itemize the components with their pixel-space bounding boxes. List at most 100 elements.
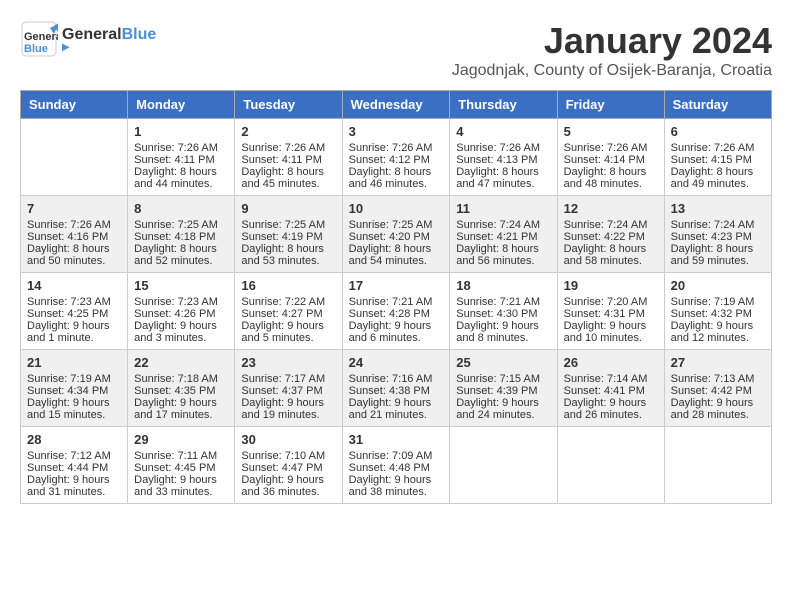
sunset-text: Sunset: 4:20 PM	[349, 231, 430, 243]
calendar-cell: 25Sunrise: 7:15 AMSunset: 4:39 PMDayligh…	[450, 350, 557, 427]
sunrise-text: Sunrise: 7:23 AM	[134, 296, 218, 308]
sunrise-text: Sunrise: 7:16 AM	[349, 373, 433, 385]
daylight-text: Daylight: 9 hours and 36 minutes.	[241, 474, 324, 498]
svg-text:General: General	[24, 31, 58, 43]
sunset-text: Sunset: 4:32 PM	[671, 308, 752, 320]
col-header-monday: Monday	[128, 91, 235, 119]
day-number: 12	[564, 201, 658, 216]
sunset-text: Sunset: 4:35 PM	[134, 385, 215, 397]
day-number: 31	[349, 432, 444, 447]
sunset-text: Sunset: 4:13 PM	[456, 154, 537, 166]
calendar-cell: 2Sunrise: 7:26 AMSunset: 4:11 PMDaylight…	[235, 119, 342, 196]
calendar-cell: 28Sunrise: 7:12 AMSunset: 4:44 PMDayligh…	[21, 427, 128, 504]
calendar-cell	[557, 427, 664, 504]
sunrise-text: Sunrise: 7:24 AM	[456, 219, 540, 231]
day-number: 5	[564, 124, 658, 139]
sunset-text: Sunset: 4:42 PM	[671, 385, 752, 397]
calendar-cell: 30 Sunrise: 7:10 AMSunset: 4:47 PMDayligh…	[235, 427, 342, 504]
calendar-week-row: 28Sunrise: 7:12 AMSunset: 4:44 PMDayligh…	[21, 427, 772, 504]
day-number: 30	[241, 432, 335, 447]
day-number: 13	[671, 201, 765, 216]
calendar-cell: 17Sunrise: 7:21 AMSunset: 4:28 PMDayligh…	[342, 273, 450, 350]
daylight-text: Daylight: 9 hours and 19 minutes.	[241, 397, 324, 421]
sunset-text: Sunset: 4:41 PM	[564, 385, 645, 397]
day-number: 19	[564, 278, 658, 293]
sunset-text: Sunset: 4:44 PM	[27, 462, 108, 474]
sunrise-text: Sunrise: 7:26 AM	[27, 219, 111, 231]
logo-text: GeneralBlue	[62, 26, 156, 44]
calendar-cell: 22Sunrise: 7:18 AMSunset: 4:35 PMDayligh…	[128, 350, 235, 427]
sunrise-text: Sunrise: 7:09 AM	[349, 450, 433, 462]
calendar-cell: 6Sunrise: 7:26 AMSunset: 4:15 PMDaylight…	[664, 119, 771, 196]
col-header-saturday: Saturday	[664, 91, 771, 119]
day-number: 15	[134, 278, 228, 293]
calendar-cell: 19Sunrise: 7:20 AMSunset: 4:31 PMDayligh…	[557, 273, 664, 350]
calendar-cell: 29 Sunrise: 7:11 AMSunset: 4:45 PMDayligh…	[128, 427, 235, 504]
col-header-tuesday: Tuesday	[235, 91, 342, 119]
calendar-cell: 26Sunrise: 7:14 AMSunset: 4:41 PMDayligh…	[557, 350, 664, 427]
sunrise-text: Sunrise: 7:26 AM	[456, 142, 540, 154]
sunset-text: Sunset: 4:27 PM	[241, 308, 322, 320]
day-number: 20	[671, 278, 765, 293]
day-number: 23	[241, 355, 335, 370]
daylight-text: Daylight: 8 hours and 46 minutes.	[349, 166, 432, 190]
sunrise-text: Sunrise: 7:26 AM	[134, 142, 218, 154]
sunrise-text: Sunrise: 7:25 AM	[349, 219, 433, 231]
day-number: 29	[134, 432, 228, 447]
daylight-text: Daylight: 9 hours and 38 minutes.	[349, 474, 432, 498]
sunset-text: Sunset: 4:34 PM	[27, 385, 108, 397]
sunrise-text: Sunrise: 7:17 AM	[241, 373, 325, 385]
daylight-text: Daylight: 8 hours and 47 minutes.	[456, 166, 539, 190]
calendar-cell: 8Sunrise: 7:25 AMSunset: 4:18 PMDaylight…	[128, 196, 235, 273]
calendar-cell: 14Sunrise: 7:23 AMSunset: 4:25 PMDayligh…	[21, 273, 128, 350]
day-number: 24	[349, 355, 444, 370]
daylight-text: Daylight: 9 hours and 31 minutes.	[27, 474, 110, 498]
sunrise-text: Sunrise: 7:10 AM	[241, 450, 325, 462]
day-number: 16	[241, 278, 335, 293]
col-header-wednesday: Wednesday	[342, 91, 450, 119]
sunrise-text: Sunrise: 7:19 AM	[27, 373, 111, 385]
daylight-text: Daylight: 8 hours and 49 minutes.	[671, 166, 754, 190]
daylight-text: Daylight: 9 hours and 6 minutes.	[349, 320, 432, 344]
daylight-text: Daylight: 9 hours and 17 minutes.	[134, 397, 217, 421]
daylight-text: Daylight: 8 hours and 48 minutes.	[564, 166, 647, 190]
day-number: 26	[564, 355, 658, 370]
sunrise-text: Sunrise: 7:26 AM	[564, 142, 648, 154]
day-number: 9	[241, 201, 335, 216]
sunset-text: Sunset: 4:14 PM	[564, 154, 645, 166]
sunset-text: Sunset: 4:47 PM	[241, 462, 322, 474]
logo-icon: General Blue	[20, 20, 58, 58]
sunrise-text: Sunrise: 7:18 AM	[134, 373, 218, 385]
calendar-week-row: 7Sunrise: 7:26 AMSunset: 4:16 PMDaylight…	[21, 196, 772, 273]
daylight-text: Daylight: 8 hours and 53 minutes.	[241, 243, 324, 267]
logo: General Blue GeneralBlue ▶	[20, 20, 156, 58]
calendar-week-row: 21Sunrise: 7:19 AMSunset: 4:34 PMDayligh…	[21, 350, 772, 427]
sunrise-text: Sunrise: 7:11 AM	[134, 450, 217, 462]
calendar-cell: 16 Sunrise: 7:22 AMSunset: 4:27 PMDayligh…	[235, 273, 342, 350]
sunset-text: Sunset: 4:38 PM	[349, 385, 430, 397]
sunrise-text: Sunrise: 7:22 AM	[241, 296, 325, 308]
daylight-text: Daylight: 9 hours and 28 minutes.	[671, 397, 754, 421]
daylight-text: Daylight: 9 hours and 5 minutes.	[241, 320, 324, 344]
location-subtitle: Jagodnjak, County of Osijek-Baranja, Cro…	[452, 62, 772, 80]
sunset-text: Sunset: 4:45 PM	[134, 462, 215, 474]
sunset-text: Sunset: 4:11 PM	[241, 154, 322, 166]
sunrise-text: Sunrise: 7:15 AM	[456, 373, 540, 385]
sunset-text: Sunset: 4:11 PM	[134, 154, 215, 166]
calendar-week-row: 1Sunrise: 7:26 AMSunset: 4:11 PMDaylight…	[21, 119, 772, 196]
calendar-header-row: SundayMondayTuesdayWednesdayThursdayFrid…	[21, 91, 772, 119]
day-number: 14	[27, 278, 121, 293]
sunset-text: Sunset: 4:16 PM	[27, 231, 108, 243]
day-number: 10	[349, 201, 444, 216]
calendar-cell: 24 Sunrise: 7:16 AMSunset: 4:38 PMDayligh…	[342, 350, 450, 427]
calendar-cell: 4Sunrise: 7:26 AMSunset: 4:13 PMDaylight…	[450, 119, 557, 196]
day-number: 1	[134, 124, 228, 139]
daylight-text: Daylight: 9 hours and 33 minutes.	[134, 474, 217, 498]
calendar-cell: 23Sunrise: 7:17 AMSunset: 4:37 PMDayligh…	[235, 350, 342, 427]
calendar-cell: 9Sunrise: 7:25 AMSunset: 4:19 PMDaylight…	[235, 196, 342, 273]
calendar-cell: 13Sunrise: 7:24 AMSunset: 4:23 PMDayligh…	[664, 196, 771, 273]
calendar-cell: 31Sunrise: 7:09 AMSunset: 4:48 PMDayligh…	[342, 427, 450, 504]
daylight-text: Daylight: 9 hours and 15 minutes.	[27, 397, 110, 421]
daylight-text: Daylight: 9 hours and 21 minutes.	[349, 397, 432, 421]
sunrise-text: Sunrise: 7:26 AM	[241, 142, 325, 154]
